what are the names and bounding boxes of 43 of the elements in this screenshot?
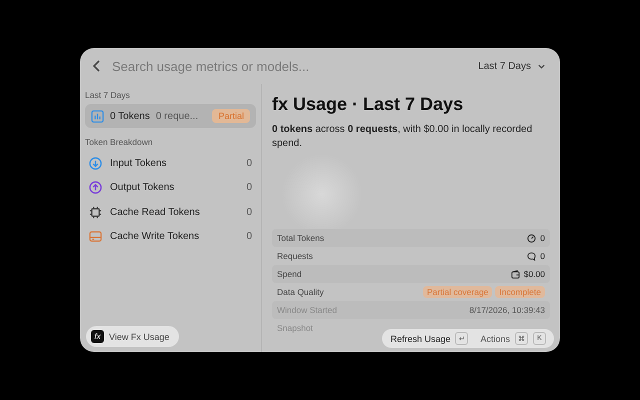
item-value: 0 (246, 182, 252, 194)
search-field[interactable]: Search usage metrics or models... (110, 58, 472, 74)
summary-text: 0 tokens across 0 requests, with $0.00 in locally recorded spend. (272, 123, 534, 151)
row-value: 8/17/2026, 10:39:43 (469, 305, 545, 315)
token-count: 0 Tokens (110, 110, 150, 122)
chip-icon (89, 206, 102, 219)
row-label: Requests (277, 251, 314, 261)
range-dropdown[interactable]: Last 7 Days (478, 60, 546, 72)
gauge-icon (527, 234, 536, 242)
row-label: Data Quality (277, 287, 325, 297)
item-label: Cache Write Tokens (110, 231, 200, 242)
app-icon: fx (91, 330, 104, 343)
item-value: 0 (246, 231, 252, 242)
arrow-up-circle-icon (89, 181, 102, 194)
arrow-down-circle-icon (89, 156, 102, 170)
chat-bubble-icon (527, 252, 536, 260)
row-label: Total Tokens (277, 233, 326, 243)
quality-badge: Incomplete (495, 286, 545, 298)
row-value: $0.00 (524, 269, 545, 279)
section-label: Last 7 Days (85, 90, 131, 102)
view-usage-button[interactable]: fx View Fx Usage (86, 326, 180, 347)
section-label: Token Breakdown (85, 137, 154, 147)
bar-chart-icon (91, 110, 104, 122)
detail-title: fx Usage · Last 7 Days (272, 94, 464, 115)
item-label: Input Tokens (110, 158, 168, 169)
item-value: 0 (246, 158, 252, 169)
request-count: 0 reque... (156, 110, 200, 122)
row-value: 0 (540, 233, 545, 243)
breakdown-item[interactable]: Cache Write Tokens 0 (85, 224, 256, 249)
item-label: Cache Read Tokens (110, 206, 201, 218)
item-value: 0 (246, 206, 252, 218)
row-value: 0 (540, 251, 545, 261)
drive-icon (89, 230, 102, 244)
status-badge: Partial (212, 109, 250, 123)
item-label: Output Tokens (110, 182, 176, 194)
breakdown-item[interactable]: Input Tokens 0 (85, 151, 256, 176)
row-label: Snapshot (277, 323, 314, 333)
summary-item[interactable]: 0 Tokens 0 reque... Partial (85, 104, 256, 128)
row-label: Spend (277, 269, 303, 279)
quality-badge: Partial coverage (422, 286, 492, 298)
breakdown-item[interactable]: Cache Read Tokens 0 (85, 200, 256, 224)
breakdown-item[interactable]: Output Tokens 0 (85, 176, 256, 200)
wallet-icon (510, 270, 520, 278)
